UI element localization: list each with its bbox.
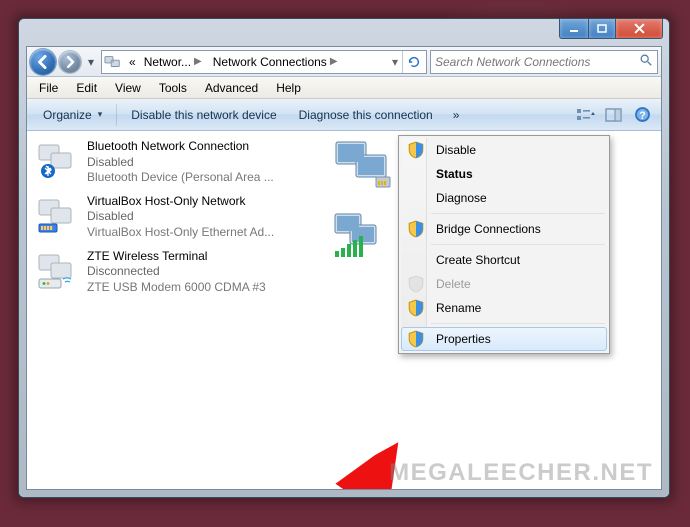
window-chrome: ▾ « Networ...▶ Network Connections▶ ▾ [19, 19, 669, 497]
command-bar: Organize Disable this network device Dia… [27, 99, 661, 131]
modem-connection-icon [35, 249, 79, 293]
help-button[interactable]: ? [629, 102, 655, 128]
search-icon [639, 53, 653, 70]
watermark: MEGALEECHER.NET [389, 461, 653, 485]
shield-icon [407, 330, 425, 348]
chevron-right-icon: ▶ [191, 56, 205, 67]
search-placeholder: Search Network Connections [435, 55, 635, 69]
breadcrumb-truncation[interactable]: « [125, 51, 140, 73]
nav-back-button[interactable] [30, 49, 56, 75]
ctx-diagnose[interactable]: Diagnose [401, 186, 607, 210]
ctx-label: Rename [436, 301, 481, 315]
ctx-delete: Delete [401, 272, 607, 296]
connection-item[interactable]: Bluetooth Network Connection Disabled Bl… [27, 135, 327, 190]
list-column-1: Bluetooth Network Connection Disabled Bl… [27, 135, 327, 299]
ctx-separator [431, 244, 605, 245]
ctx-label: Delete [436, 277, 471, 291]
connection-title: VirtualBox Host-Only Network [87, 194, 274, 210]
connection-status: Disconnected [87, 264, 266, 280]
connections-list: Bluetooth Network Connection Disabled Bl… [27, 131, 661, 489]
connection-title: Bluetooth Network Connection [87, 139, 274, 155]
organize-button[interactable]: Organize [33, 104, 112, 126]
ctx-label: Status [436, 167, 473, 181]
view-options-button[interactable] [573, 102, 599, 128]
connection-device: ZTE USB Modem 6000 CDMA #3 [87, 280, 266, 296]
minimize-button[interactable] [559, 19, 589, 39]
ctx-label: Create Shortcut [436, 253, 520, 267]
shield-icon [407, 141, 425, 159]
chevron-right-icon: ▶ [327, 56, 341, 67]
refresh-button[interactable] [402, 50, 424, 74]
menu-help[interactable]: Help [268, 79, 309, 97]
menu-view[interactable]: View [107, 79, 149, 97]
breadcrumb-crumb-1[interactable]: Network Connections▶ [209, 51, 345, 73]
ctx-create-shortcut[interactable]: Create Shortcut [401, 248, 607, 272]
connection-status: Disabled [87, 209, 274, 225]
preview-pane-button[interactable] [601, 102, 627, 128]
shield-icon [407, 220, 425, 238]
svg-text:?: ? [639, 110, 645, 122]
nav-history-dropdown[interactable]: ▾ [84, 49, 98, 75]
connection-title: ZTE Wireless Terminal [87, 249, 266, 265]
ctx-properties[interactable]: Properties [401, 327, 607, 351]
menu-tools[interactable]: Tools [151, 79, 195, 97]
shield-icon [407, 275, 425, 293]
ctx-label: Properties [436, 332, 491, 346]
refresh-icon [407, 55, 421, 69]
preview-pane-icon [605, 107, 623, 123]
ctx-label: Bridge Connections [436, 222, 541, 236]
bluetooth-connection-icon [35, 139, 79, 183]
window-controls [559, 19, 663, 39]
ctx-bridge[interactable]: Bridge Connections [401, 217, 607, 241]
connection-status: Disabled [87, 155, 274, 171]
ctx-status[interactable]: Status [401, 162, 607, 186]
more-commands-button[interactable]: » [445, 108, 468, 122]
ctx-separator [431, 323, 605, 324]
connection-item[interactable]: VirtualBox Host-Only Network Disabled Vi… [27, 190, 327, 245]
explorer-window: ▾ « Networ...▶ Network Connections▶ ▾ [18, 18, 670, 498]
breadcrumb-dropdown[interactable]: ▾ [388, 55, 402, 69]
help-icon: ? [634, 106, 651, 123]
close-button[interactable] [616, 19, 663, 39]
divider [116, 104, 117, 126]
connection-item[interactable]: ZTE Wireless Terminal Disconnected ZTE U… [27, 245, 327, 300]
connection-device: Bluetooth Device (Personal Area ... [87, 170, 274, 186]
address-bar: ▾ « Networ...▶ Network Connections▶ ▾ [27, 47, 661, 77]
ctx-rename[interactable]: Rename [401, 296, 607, 320]
ethernet-connection-icon [35, 194, 79, 238]
shield-icon [407, 299, 425, 317]
view-icon [576, 107, 596, 123]
window-client-area: ▾ « Networ...▶ Network Connections▶ ▾ [26, 46, 662, 490]
arrow-left-icon [36, 55, 50, 69]
menu-bar: File Edit View Tools Advanced Help [27, 77, 661, 99]
breadcrumb-crumb-0[interactable]: Networ...▶ [140, 51, 209, 73]
arrow-right-icon [64, 56, 76, 68]
menu-file[interactable]: File [31, 79, 66, 97]
ctx-label: Diagnose [436, 191, 487, 205]
search-box[interactable]: Search Network Connections [430, 50, 658, 74]
diagnose-connection-button[interactable]: Diagnose this connection [289, 104, 443, 126]
maximize-button[interactable] [589, 19, 616, 39]
ctx-separator [431, 213, 605, 214]
connection-device: VirtualBox Host-Only Ethernet Ad... [87, 225, 274, 241]
location-icon [104, 53, 122, 71]
wifi-connection-icon [332, 209, 384, 261]
ctx-disable[interactable]: Disable [401, 138, 607, 162]
breadcrumb-bar[interactable]: « Networ...▶ Network Connections▶ ▾ [101, 50, 427, 74]
context-menu: Disable Status Diagnose Bridge Connectio… [398, 135, 610, 354]
lan-connection-icon [332, 137, 396, 193]
menu-advanced[interactable]: Advanced [197, 79, 266, 97]
ctx-label: Disable [436, 143, 476, 157]
disable-device-button[interactable]: Disable this network device [121, 104, 286, 126]
nav-forward-button[interactable] [59, 51, 81, 73]
menu-edit[interactable]: Edit [68, 79, 105, 97]
